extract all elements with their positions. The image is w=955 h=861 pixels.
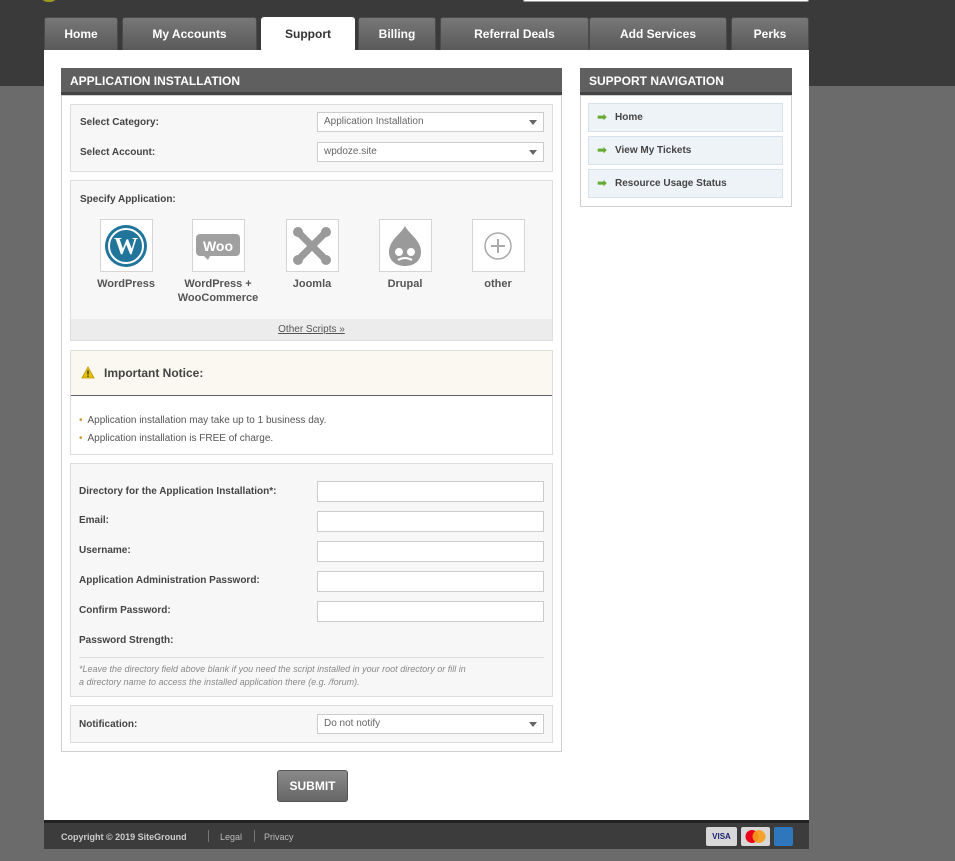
divider [254,830,255,842]
category-select[interactable]: Application Installation [317,112,544,132]
directory-note-line-2: a directory name to access the installed… [79,677,360,687]
visa-card-icon: VISA [706,827,737,846]
wordpress-logo-icon: W [99,219,153,272]
email-input[interactable] [317,511,544,532]
support-nav-title: SUPPORT NAVIGATION [580,68,792,95]
drupal-logo-icon [378,219,432,272]
divider [208,830,209,842]
notice-item: Application installation may take up to … [79,415,327,426]
account-label: Select Account: [80,147,156,158]
account-select-value: wpdoze.site [324,146,377,157]
other-scripts-link[interactable]: Other Scripts » [71,324,552,335]
username-input[interactable] [317,541,544,562]
arrow-right-icon: ➡ [597,143,608,157]
tab-perks[interactable]: Perks [731,17,809,50]
tab-referral-deals[interactable]: Referral Deals [440,17,589,50]
specify-application-label: Specify Application: [80,194,176,205]
password-input[interactable] [317,571,544,592]
search-input[interactable] [523,0,809,2]
password-strength-label: Password Strength: [79,635,174,646]
app-woocommerce[interactable]: Woo WordPress + WooCommerce [172,219,264,305]
app-name: Joomla [292,278,332,290]
category-select-value: Application Installation [324,116,424,127]
footer: Copyright © 2019 SiteGround Legal Privac… [44,820,809,849]
chevron-down-icon [529,120,537,125]
app-name: Drupal [387,278,423,290]
username-label: Username: [79,545,131,556]
confirm-password-label: Confirm Password: [79,605,171,616]
support-nav-label: View My Tickets [615,145,692,156]
confirm-password-input[interactable] [317,601,544,622]
chevron-down-icon [529,722,537,727]
privacy-link[interactable]: Privacy [264,832,294,842]
copyright-text: Copyright © 2019 SiteGround [61,832,187,842]
directory-note-line-1: *Leave the directory field above blank i… [79,664,466,674]
tab-billing[interactable]: Billing [358,17,436,50]
joomla-logo-icon [285,219,339,272]
app-name: other [484,278,512,290]
other-scripts-bar: Other Scripts » [71,319,552,340]
panel-title: APPLICATION INSTALLATION [61,68,562,95]
tab-my-accounts[interactable]: My Accounts [122,17,257,50]
woocommerce-logo-icon: Woo [191,219,245,272]
notice-item: Application installation is FREE of char… [79,433,274,444]
amex-card-icon [774,827,793,846]
divider [79,657,544,658]
app-drupal[interactable]: Drupal [371,219,439,291]
notification-label: Notification: [79,719,138,730]
mastercard-icon [741,827,770,846]
support-nav-view-tickets[interactable]: ➡ View My Tickets [588,136,783,165]
notification-select[interactable]: Do not notify [317,714,544,734]
support-nav-resource-usage[interactable]: ➡ Resource Usage Status [588,169,783,198]
app-name: WordPress [97,278,155,290]
arrow-right-icon: ➡ [597,110,608,124]
tab-support[interactable]: Support [261,17,355,51]
svg-text:W: W [114,234,138,260]
tab-home[interactable]: Home [44,17,118,50]
legal-link[interactable]: Legal [220,832,242,842]
directory-input[interactable] [317,481,544,502]
app-wordpress[interactable]: W WordPress [92,219,160,291]
arrow-right-icon: ➡ [597,176,608,190]
app-joomla[interactable]: Joomla [278,219,346,291]
app-name: WordPress + WooCommerce [177,278,259,304]
notice-title: Important Notice: [104,366,204,380]
plus-icon [471,219,525,272]
support-nav-label: Resource Usage Status [615,178,727,189]
category-label: Select Category: [80,117,159,128]
app-other[interactable]: other [464,219,532,291]
email-label: Email: [79,515,110,526]
notification-select-value: Do not notify [324,718,381,729]
submit-button[interactable]: SUBMIT [277,770,348,802]
support-nav-home[interactable]: ➡ Home [588,103,783,132]
chevron-down-icon [529,150,537,155]
password-label: Application Administration Password: [79,575,260,586]
account-select[interactable]: wpdoze.site [317,142,544,162]
warning-icon [81,366,95,379]
svg-text:Woo: Woo [203,238,233,254]
support-nav-label: Home [615,112,643,123]
directory-label: Directory for the Application Installati… [79,486,277,497]
tab-add-services[interactable]: Add Services [589,17,727,50]
